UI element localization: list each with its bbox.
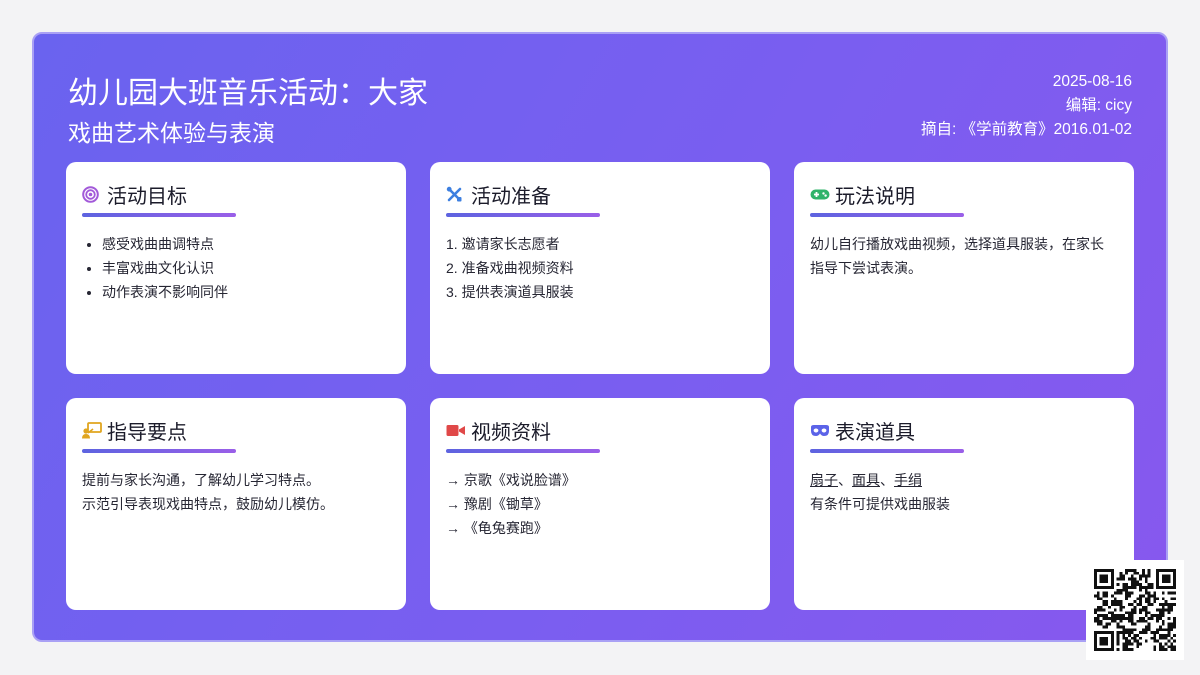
title-underline [82, 213, 236, 217]
mask-icon [810, 422, 829, 439]
video-item[interactable]: → 《龟兔赛跑》 [446, 516, 754, 540]
prop-link-handkerchief[interactable]: 手绢 [894, 472, 922, 488]
card-activity-prep: 活动准备 1. 邀请家长志愿者 2. 准备戏曲视频资料 3. 提供表演道具服装 [430, 162, 770, 374]
card-performance-props: 表演道具 扇子、面具、手绢 有条件可提供戏曲服装 [794, 398, 1134, 610]
separator: 、 [838, 472, 852, 488]
page-subtitle: 戏曲艺术体验与表演 [68, 120, 275, 146]
list-item: 动作表演不影响同伴 [102, 280, 390, 304]
card-play-instructions: 玩法说明 幼儿自行播放戏曲视频，选择道具服装，在家长指导下尝试表演。 [794, 162, 1134, 374]
video-camera-icon [446, 422, 465, 439]
prep-list: 1. 邀请家长志愿者 2. 准备戏曲视频资料 3. 提供表演道具服装 [446, 232, 754, 304]
card-title: 活动目标 [107, 185, 187, 208]
list-item: 丰富戏曲文化认识 [102, 256, 390, 280]
title-underline [810, 449, 964, 453]
date-label: 2025-08-16 [1052, 73, 1132, 90]
gamepad-icon [810, 186, 830, 203]
card-activity-goals: 活动目标 感受戏曲曲调特点 丰富戏曲文化认识 动作表演不影响同伴 [66, 162, 406, 374]
list-item: 1. 邀请家长志愿者 [446, 236, 560, 252]
editor-label: 编辑: cicy [1065, 97, 1132, 114]
card-title: 活动准备 [471, 185, 551, 208]
list-item: 2. 准备戏曲视频资料 [446, 260, 574, 276]
title-underline [446, 213, 600, 217]
card-title: 玩法说明 [835, 185, 915, 208]
prop-link-mask[interactable]: 面具 [852, 472, 880, 488]
card-title: 指导要点 [107, 421, 187, 444]
meta-info: 2025-08-16 编辑: cicy 摘自: 《学前教育》2016.01-02 [921, 70, 1132, 142]
separator: 、 [880, 472, 894, 488]
video-item[interactable]: → 京歌《戏说脸谱》 [446, 468, 754, 492]
tools-icon [446, 186, 463, 203]
props-note: 有条件可提供戏曲服装 [810, 496, 950, 512]
guide-text: 提前与家长沟通，了解幼儿学习特点。 示范引导表现戏曲特点，鼓励幼儿模仿。 [82, 468, 390, 516]
qr-code [1086, 560, 1184, 660]
page-title: 幼儿园大班音乐活动：大家 [68, 77, 428, 110]
card-video-materials: 视频资料 → 京歌《戏说脸谱》 → 豫剧《锄草》 → 《龟兔赛跑》 [430, 398, 770, 610]
title-underline [82, 449, 236, 453]
target-icon [82, 185, 99, 203]
teacher-board-icon [82, 421, 102, 439]
source-label: 摘自: 《学前教育》2016.01-02 [920, 121, 1132, 138]
card-title: 视频资料 [471, 421, 551, 444]
goals-list: 感受戏曲曲调特点 丰富戏曲文化认识 动作表演不影响同伴 [82, 232, 390, 304]
video-item[interactable]: → 豫剧《锄草》 [446, 492, 754, 516]
title-underline [810, 213, 964, 217]
list-item: 3. 提供表演道具服装 [446, 284, 574, 300]
card-guidance-points: 指导要点 提前与家长沟通，了解幼儿学习特点。 示范引导表现戏曲特点，鼓励幼儿模仿… [66, 398, 406, 610]
video-list: → 京歌《戏说脸谱》 → 豫剧《锄草》 → 《龟兔赛跑》 [446, 468, 754, 540]
card-title: 表演道具 [835, 421, 915, 444]
guide-line: 提前与家长沟通，了解幼儿学习特点。 [82, 472, 320, 488]
list-item: 感受戏曲曲调特点 [102, 232, 390, 256]
play-description: 幼儿自行播放戏曲视频，选择道具服装，在家长指导下尝试表演。 [810, 236, 1104, 276]
title-underline [446, 449, 600, 453]
props-content: 扇子、面具、手绢 有条件可提供戏曲服装 [810, 468, 1118, 516]
prop-link-fan[interactable]: 扇子 [810, 472, 838, 488]
guide-line: 示范引导表现戏曲特点，鼓励幼儿模仿。 [82, 496, 334, 512]
